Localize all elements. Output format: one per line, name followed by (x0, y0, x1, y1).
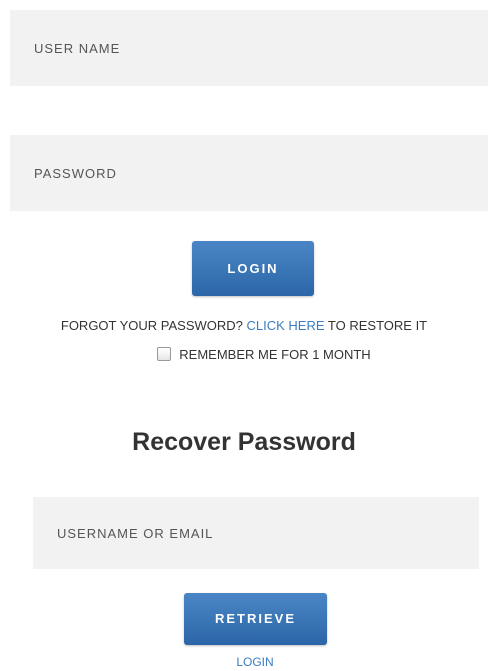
password-input[interactable] (10, 135, 488, 211)
login-button[interactable]: LOGIN (192, 241, 314, 296)
remember-me-row: REMEMBER ME FOR 1 MONTH (0, 347, 488, 362)
username-input[interactable] (10, 10, 488, 86)
recover-password-heading: Recover Password (132, 428, 356, 456)
remember-me-label[interactable]: REMEMBER ME FOR 1 MONTH (179, 347, 370, 362)
click-here-link[interactable]: CLICK HERE (247, 318, 325, 333)
forgot-prefix: FORGOT YOUR PASSWORD? (60, 318, 247, 333)
forgot-suffix: TO RESTORE IT (324, 318, 428, 333)
retrieve-button[interactable]: RETRIEVE (184, 593, 327, 645)
remember-me-checkbox[interactable] (157, 347, 172, 361)
forgot-password-text: FORGOT YOUR PASSWORD? CLICK HERE TO REST… (0, 318, 488, 333)
login-link[interactable]: LOGIN (0, 655, 488, 669)
username-or-email-input[interactable] (33, 497, 479, 569)
